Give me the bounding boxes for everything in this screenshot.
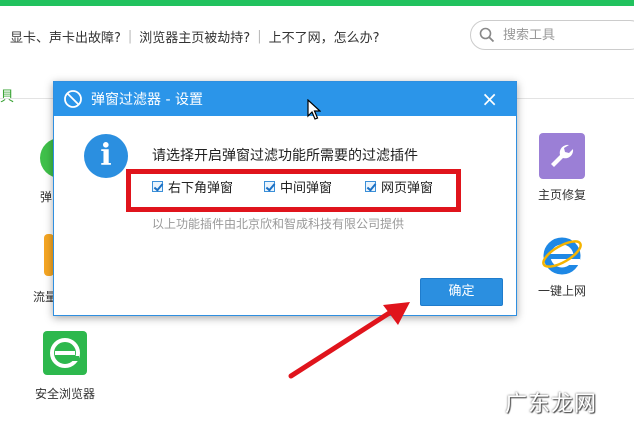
option-webpage-popup[interactable]: 网页弹窗 [365,177,433,196]
checkbox-checked[interactable] [264,181,275,192]
tool-label: 主页修复 [537,188,586,202]
dialog-message: 请选择开启弹窗过滤功能所需要的过滤插件 [152,148,418,164]
info-icon: i [84,134,128,178]
quick-link-network[interactable]: 上不了网，怎么办? [269,27,380,46]
search-icon [479,27,495,43]
tool-homepage-repair[interactable]: 主页修复 [533,133,591,203]
tool-safe-browser[interactable]: 安全浏览器 [30,331,100,402]
ok-button[interactable]: 确定 [420,278,503,306]
section-label: 具 [0,89,14,105]
option-label: 网页弹窗 [381,181,434,196]
top-accent-bar [0,0,634,6]
checkbox-checked[interactable] [365,181,376,192]
annotation-arrow-icon [288,302,410,379]
quick-link-driver[interactable]: 显卡、声卡出故障? [10,27,121,46]
quick-links: 显卡、声卡出故障? | 浏览器主页被劫持? | 上不了网，怎么办? [0,22,380,50]
dialog-titlebar[interactable]: 弹窗过滤器 - 设置 × [54,82,516,116]
close-icon[interactable]: × [481,87,498,111]
tool-label: 一键上网 [537,284,586,298]
option-center-popup[interactable]: 中间弹窗 [264,177,332,196]
tool-label: 安全浏览器 [34,387,95,401]
option-label: 中间弹窗 [280,181,333,196]
search-input[interactable] [501,26,625,44]
watermark: 广东龙网 [505,392,598,417]
checkbox-checked[interactable] [152,181,163,192]
tool-label-partial: 弹 [40,190,53,204]
mouse-cursor-icon [307,99,321,120]
dialog-note: 以上功能插件由北京欣和智成科技有限公司提供 [152,217,405,231]
divider: | [257,28,262,44]
safe-browser-icon [43,331,87,375]
quick-link-homepage[interactable]: 浏览器主页被劫持? [139,27,250,46]
tool-one-click-network[interactable]: 一键上网 [533,232,591,299]
option-label: 右下角弹窗 [168,181,234,196]
ie-icon [539,232,585,278]
popup-block-icon [64,90,82,108]
wrench-icon [539,133,585,179]
popup-filter-dialog: 弹窗过滤器 - 设置 × i 请选择开启弹窗过滤功能所需要的过滤插件 右下角弹窗… [53,81,517,316]
search-box[interactable] [470,20,634,50]
dialog-title: 弹窗过滤器 - 设置 [91,92,203,108]
divider: | [127,28,133,44]
option-bottom-right-popup[interactable]: 右下角弹窗 [152,177,233,196]
